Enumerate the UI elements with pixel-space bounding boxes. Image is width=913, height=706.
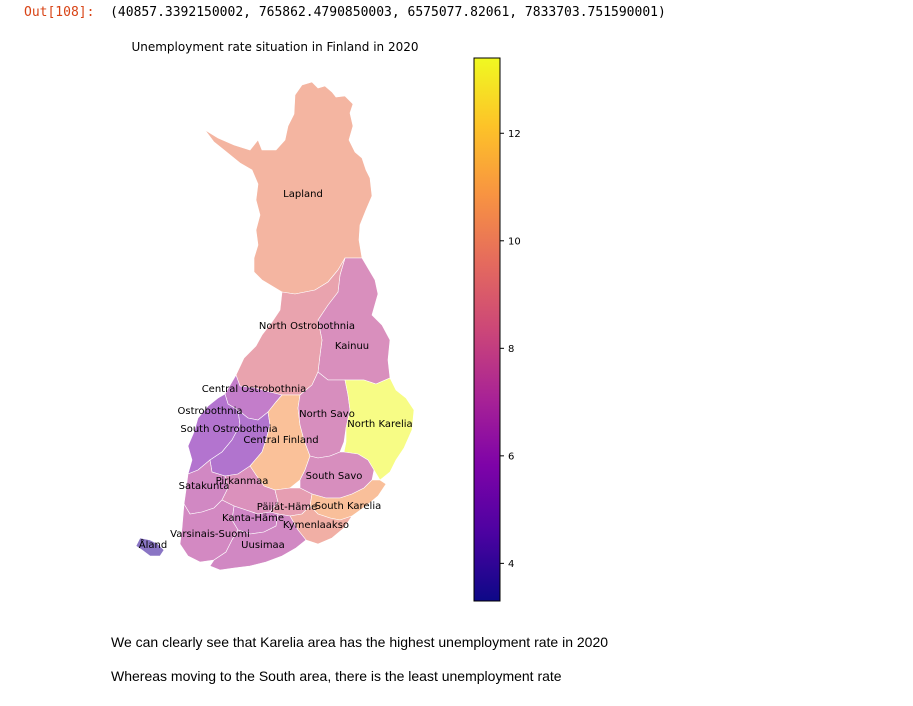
- region-label-south-karelia: South Karelia: [315, 501, 381, 512]
- note-2: Whereas moving to the South area, there …: [111, 668, 562, 684]
- region-label-kanta-hame: Kanta-Häme: [222, 513, 284, 524]
- region-label-kainuu: Kainuu: [335, 341, 369, 352]
- finland-choropleth-figure: Unemployment rate situation in Finland i…: [131, 40, 521, 602]
- region-label-paijat-hame: Päijät-Häme: [257, 502, 317, 513]
- region-label-uusimaa: Uusimaa: [241, 540, 285, 551]
- region-label-aland: Åland: [139, 538, 167, 551]
- region-label-central-ostrobothnia: Central Ostrobothnia: [202, 384, 307, 395]
- region-label-central-finland: Central Finland: [243, 435, 318, 446]
- colorbar-ticks: 4 6 8 10 12: [500, 129, 521, 570]
- colorbar-gradient: [473, 57, 501, 602]
- map-title: Unemployment rate situation in Finland i…: [131, 40, 418, 54]
- region-label-north-ostrobothnia: North Ostrobothnia: [259, 321, 355, 332]
- colorbar-tick-label-8: 8: [508, 344, 514, 355]
- colorbar: 4 6 8 10 12: [473, 57, 521, 602]
- colorbar-tick-label-12: 12: [508, 129, 521, 140]
- note-1: We can clearly see that Karelia area has…: [111, 634, 609, 650]
- region-label-varsinais-suomi: Varsinais-Suomi: [170, 529, 250, 540]
- region-label-lapland: Lapland: [283, 189, 323, 200]
- colorbar-tick-label-4: 4: [508, 559, 514, 570]
- region-label-pirkanmaa: Pirkanmaa: [216, 476, 269, 487]
- region-label-south-ostrobothnia: South Ostrobothnia: [180, 424, 277, 435]
- colorbar-tick-label-6: 6: [508, 451, 514, 462]
- region-label-south-savo: South Savo: [306, 471, 363, 482]
- region-label-ostrobothnia: Ostrobothnia: [178, 406, 243, 417]
- region-label-north-karelia: North Karelia: [347, 419, 412, 430]
- colorbar-tick-label-10: 10: [508, 236, 521, 247]
- region-label-kymenlaakso: Kymenlaakso: [283, 520, 349, 531]
